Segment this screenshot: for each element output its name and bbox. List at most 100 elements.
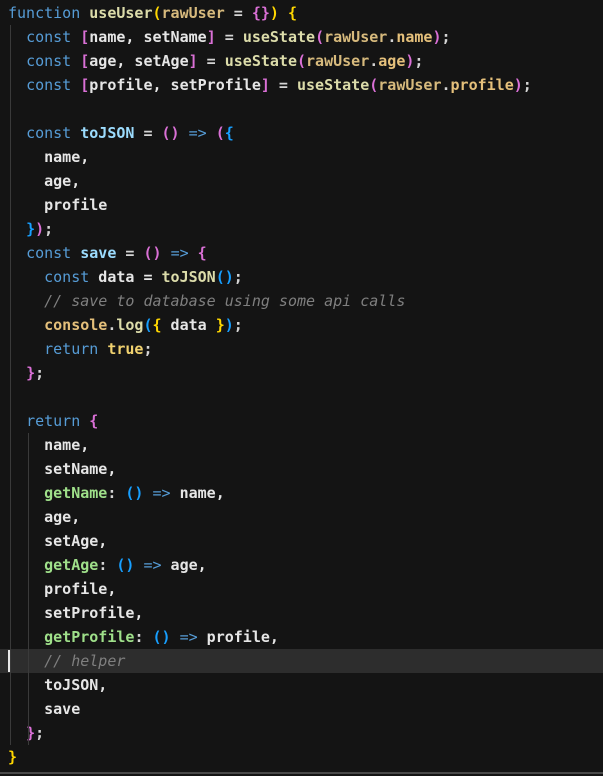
- code-token: toJSON,: [8, 676, 108, 694]
- indent-guide: [28, 625, 30, 649]
- code-line[interactable]: return true;: [0, 337, 603, 361]
- code-token: ): [35, 220, 45, 238]
- code-token: useState: [242, 28, 316, 46]
- code-token: return: [26, 412, 81, 430]
- code-line[interactable]: return {: [0, 409, 603, 433]
- indent-guide: [10, 145, 11, 169]
- code-line[interactable]: profile: [0, 193, 603, 217]
- code-line[interactable]: getName: () => name,: [0, 481, 603, 505]
- code-token: log: [116, 316, 144, 334]
- code-token: ;: [143, 340, 153, 358]
- code-token: (): [215, 268, 234, 286]
- code-line[interactable]: const [profile, setProfile] = useState(r…: [0, 73, 603, 97]
- code-token: }: [26, 220, 36, 238]
- code-line[interactable]: name,: [0, 145, 603, 169]
- code-line[interactable]: const [age, setAge] = useState(rawUser.a…: [0, 49, 603, 73]
- code-line[interactable]: getAge: () => age,: [0, 553, 603, 577]
- code-token: rawUser: [161, 4, 225, 22]
- indent-guide: [10, 217, 11, 241]
- code-token: [: [80, 52, 90, 70]
- code-line[interactable]: // save to database using some api calls: [0, 289, 603, 313]
- code-line[interactable]: const [name, setName] = useState(rawUser…: [0, 25, 603, 49]
- code-token: =>: [188, 124, 207, 142]
- code-line[interactable]: age,: [0, 505, 603, 529]
- code-token: useUser: [89, 4, 153, 22]
- code-token: data: [161, 316, 216, 334]
- code-token: (: [215, 124, 225, 142]
- code-line[interactable]: const toJSON = () => ({: [0, 121, 603, 145]
- code-token: ): [269, 4, 279, 22]
- indent-guide: [10, 97, 11, 121]
- code-token: {: [287, 4, 297, 22]
- code-token: save: [8, 700, 81, 718]
- indent-guide: [10, 361, 11, 385]
- code-token: const: [26, 52, 72, 70]
- code-token: =: [224, 4, 252, 22]
- code-token: ;: [44, 220, 54, 238]
- code-line[interactable]: console.log({ data });: [0, 313, 603, 337]
- code-token: getAge: [44, 556, 99, 574]
- code-token: const: [26, 76, 72, 94]
- code-editor[interactable]: function useUser(rawUser = {}) { const […: [0, 1, 603, 769]
- code-line[interactable]: setProfile,: [0, 601, 603, 625]
- code-token: =>: [170, 244, 189, 262]
- indent-guide: [10, 25, 11, 49]
- indent-guide: [10, 625, 11, 649]
- code-token: age,: [8, 172, 81, 190]
- indent-guide: [10, 169, 11, 193]
- code-line[interactable]: toJSON,: [0, 673, 603, 697]
- code-line[interactable]: };: [0, 361, 603, 385]
- code-line[interactable]: save: [0, 697, 603, 721]
- code-line[interactable]: setName,: [0, 457, 603, 481]
- code-line[interactable]: function useUser(rawUser = {}) {: [0, 1, 603, 25]
- code-token: return: [44, 340, 99, 358]
- indent-guide: [10, 721, 11, 745]
- code-token: toJSON: [161, 268, 216, 286]
- code-line[interactable]: const data = toJSON();: [0, 265, 603, 289]
- code-line[interactable]: }: [0, 745, 603, 769]
- code-line[interactable]: };: [0, 721, 603, 745]
- code-line[interactable]: setAge,: [0, 529, 603, 553]
- code-line[interactable]: name,: [0, 433, 603, 457]
- indent-guide: [28, 481, 30, 505]
- code-line[interactable]: [0, 97, 603, 121]
- code-line[interactable]: [0, 385, 603, 409]
- text-cursor: [8, 650, 10, 672]
- code-token: const: [26, 124, 72, 142]
- code-token: =: [215, 28, 243, 46]
- code-token: setAge,: [8, 532, 108, 550]
- indent-guide: [10, 481, 11, 505]
- code-token: =: [269, 76, 297, 94]
- indent-guide: [28, 601, 30, 625]
- code-token: ;: [522, 76, 532, 94]
- code-token: profile: [8, 196, 108, 214]
- code-line[interactable]: const save = () => {: [0, 241, 603, 265]
- code-comment: // helper: [44, 652, 126, 670]
- indent-guide: [10, 337, 11, 361]
- code-line-current[interactable]: // helper: [0, 649, 603, 673]
- code-token: =: [116, 244, 144, 262]
- code-line[interactable]: profile,: [0, 577, 603, 601]
- indent-guide: [10, 289, 11, 313]
- code-token: (): [125, 484, 144, 502]
- indent-guide: [28, 457, 30, 481]
- code-token: [: [80, 76, 90, 94]
- code-line[interactable]: age,: [0, 169, 603, 193]
- code-token: true: [107, 340, 144, 358]
- code-token: age, setAge: [89, 52, 189, 70]
- code-line[interactable]: getProfile: () => profile,: [0, 625, 603, 649]
- indent-guide: [10, 673, 11, 697]
- code-token: }: [215, 316, 225, 334]
- code-token: ): [432, 28, 442, 46]
- code-line[interactable]: });: [0, 217, 603, 241]
